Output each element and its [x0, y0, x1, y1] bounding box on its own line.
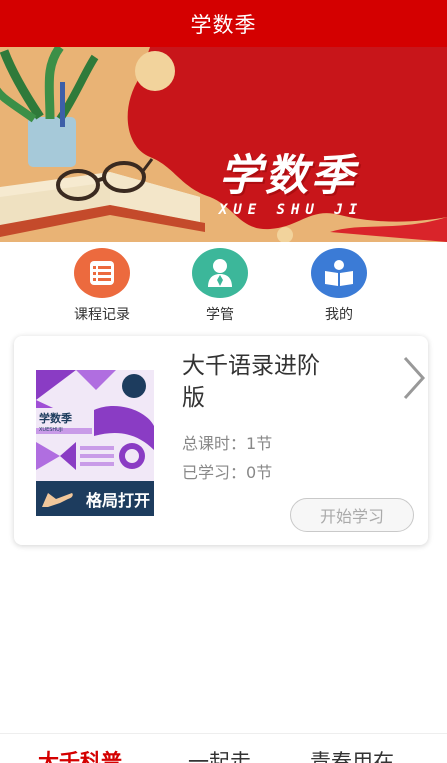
nav-label: 学管: [206, 307, 234, 323]
nav-label: 我的: [325, 307, 353, 323]
cover-caption: 格局打开: [85, 490, 150, 510]
cover-art: 学数季 XUESHUJI: [36, 370, 154, 481]
nav-label: 课程记录: [74, 307, 130, 323]
person-icon: [192, 248, 248, 298]
list-icon: [74, 248, 130, 298]
total-lessons-value: 1节: [246, 434, 273, 453]
banner-title: 学数季: [219, 151, 357, 201]
nav-course-records[interactable]: 课程记录: [52, 248, 152, 324]
banner-subtitle: XUE SHU JI: [218, 202, 364, 218]
learned-lessons-label: 已学习：: [182, 463, 247, 482]
tab-popular-science[interactable]: 大千科普: [38, 746, 122, 763]
chevron-right-icon[interactable]: [399, 354, 429, 402]
cover-brand-sub: XUESHUJI: [39, 427, 63, 433]
total-lessons: 总课时：1节: [182, 430, 272, 454]
start-learning-button[interactable]: 开始学习: [290, 498, 414, 532]
cover-caption-bar: 格局打开: [36, 481, 154, 516]
learned-lessons-value: 0节: [246, 463, 273, 482]
bottom-tab-bar: 大千科普 一起走 青春用在: [0, 733, 447, 763]
nav-manager[interactable]: 学管: [170, 248, 270, 324]
cover-brand: 学数季: [39, 411, 73, 425]
nav-mine[interactable]: 我的: [289, 248, 389, 324]
page-title: 学数季: [190, 12, 257, 37]
course-card[interactable]: 学数季 XUESHUJI 格局打开 大千语录进阶版 总课时：1节 已学习：0节 …: [14, 336, 428, 545]
hand-icon: [40, 487, 73, 509]
course-cover: 学数季 XUESHUJI 格局打开: [36, 370, 154, 516]
course-title[interactable]: 大千语录进阶版: [182, 350, 342, 414]
tab-youth[interactable]: 青春用在: [310, 746, 394, 763]
app-header: 学数季: [0, 0, 447, 47]
total-lessons-label: 总课时：: [182, 434, 247, 453]
learned-lessons: 已学习：0节: [182, 459, 272, 483]
tab-walk-together[interactable]: 一起走: [188, 746, 251, 763]
banner-carousel[interactable]: 学数季 XUE SHU JI: [0, 47, 447, 242]
quick-nav: 课程记录 学管 我的: [0, 248, 447, 328]
book-icon: [311, 248, 367, 298]
